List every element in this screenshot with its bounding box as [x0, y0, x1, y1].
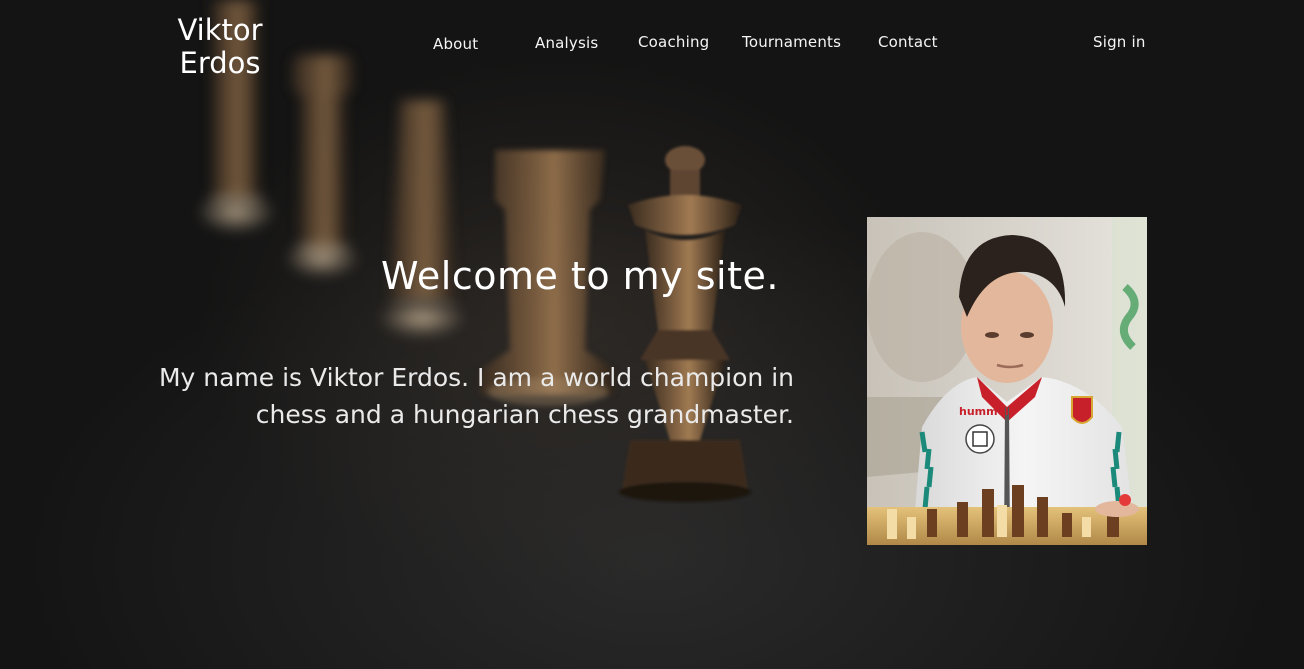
portrait-photo: hummel	[867, 217, 1147, 545]
logo-last-name: Erdos	[179, 46, 261, 80]
sign-in-link[interactable]: Sign in	[1093, 33, 1146, 51]
nav-analysis-link[interactable]: Analysis	[535, 34, 598, 52]
hero-intro-text: My name is Viktor Erdos. I am a world ch…	[158, 363, 794, 429]
site-logo[interactable]: Viktor Erdos	[160, 14, 280, 80]
shirt-brand-text: hummel	[959, 405, 1009, 418]
nav-about-link[interactable]: About	[433, 35, 478, 53]
logo-first-name: Viktor	[177, 13, 263, 47]
nav-tournaments-link[interactable]: Tournaments	[742, 33, 841, 51]
nav-contact-link[interactable]: Contact	[878, 33, 938, 51]
nav-coaching-link[interactable]: Coaching	[638, 33, 709, 51]
player-portrait-image: hummel	[867, 217, 1147, 545]
hero-title: Welcome to my site.	[381, 254, 779, 298]
page: Viktor Erdos About Analysis Coaching Tou…	[0, 0, 1304, 669]
